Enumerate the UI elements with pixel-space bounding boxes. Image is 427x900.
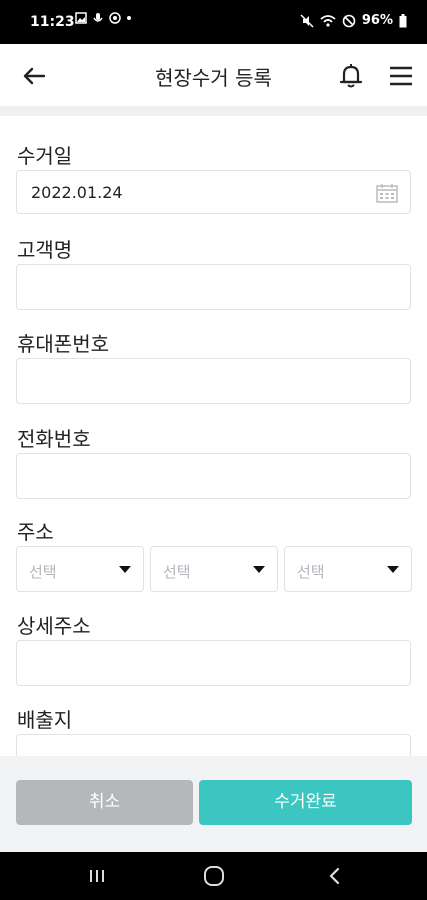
customer-name-input[interactable] (16, 264, 411, 310)
mobile-label: 휴대폰번호 (17, 332, 109, 356)
gallery-icon (75, 12, 87, 24)
system-navigation-bar (0, 852, 427, 900)
date-label: 수거일 (17, 144, 73, 168)
battery-icon (399, 13, 407, 27)
address-select-province[interactable]: 선택 (16, 546, 144, 592)
header-divider (0, 106, 427, 116)
phone-input[interactable] (16, 453, 411, 499)
dot-icon (127, 16, 131, 20)
address-label: 주소 (17, 520, 54, 544)
detail-address-label: 상세주소 (17, 614, 91, 638)
caret-down-icon (253, 566, 265, 573)
customer-name-label: 고객명 (17, 238, 73, 262)
origin-label: 배출지 (17, 708, 73, 732)
address-select-district[interactable]: 선택 (284, 546, 412, 592)
bell-icon[interactable] (337, 62, 365, 90)
at-icon (109, 12, 121, 24)
battery-percent: 96% (361, 13, 393, 28)
mute-icon (300, 13, 314, 28)
origin-select[interactable] (16, 734, 411, 756)
caret-down-icon (119, 566, 131, 573)
back-nav-icon[interactable] (322, 864, 348, 888)
recent-apps-icon[interactable] (84, 864, 110, 888)
status-notification-icons (75, 12, 132, 24)
hamburger-menu-icon[interactable] (388, 64, 414, 88)
mobile-input[interactable] (16, 358, 411, 404)
app-header: 현장수거 등록 (0, 44, 427, 106)
no-signal-icon (342, 14, 356, 27)
select-placeholder: 선택 (29, 563, 57, 581)
address-selects: 선택 선택 선택 (16, 546, 413, 592)
mic-icon (93, 13, 103, 22)
detail-address-input[interactable] (16, 640, 411, 686)
date-field[interactable]: 2022.01.24 (16, 170, 411, 214)
phone-label: 전화번호 (17, 427, 91, 451)
select-placeholder: 선택 (163, 563, 191, 581)
address-select-city[interactable]: 선택 (150, 546, 278, 592)
home-icon[interactable] (201, 864, 227, 888)
select-placeholder: 선택 (297, 563, 325, 581)
cancel-button[interactable]: 취소 (16, 780, 193, 825)
calendar-icon[interactable] (376, 183, 398, 203)
pickup-form: 수거일 2022.01.24 고객명 휴대폰번호 전화번호 주소 선택 선택 선… (0, 116, 427, 756)
date-value: 2022.01.24 (31, 183, 123, 202)
action-bar: 취소 수거완료 (0, 756, 427, 852)
complete-pickup-button[interactable]: 수거완료 (199, 780, 412, 825)
status-bar: 11:23 96% (0, 0, 427, 44)
wifi-icon (320, 14, 336, 27)
status-time: 11:23 (30, 14, 75, 30)
caret-down-icon (387, 566, 399, 573)
status-right: 96% (300, 13, 407, 28)
